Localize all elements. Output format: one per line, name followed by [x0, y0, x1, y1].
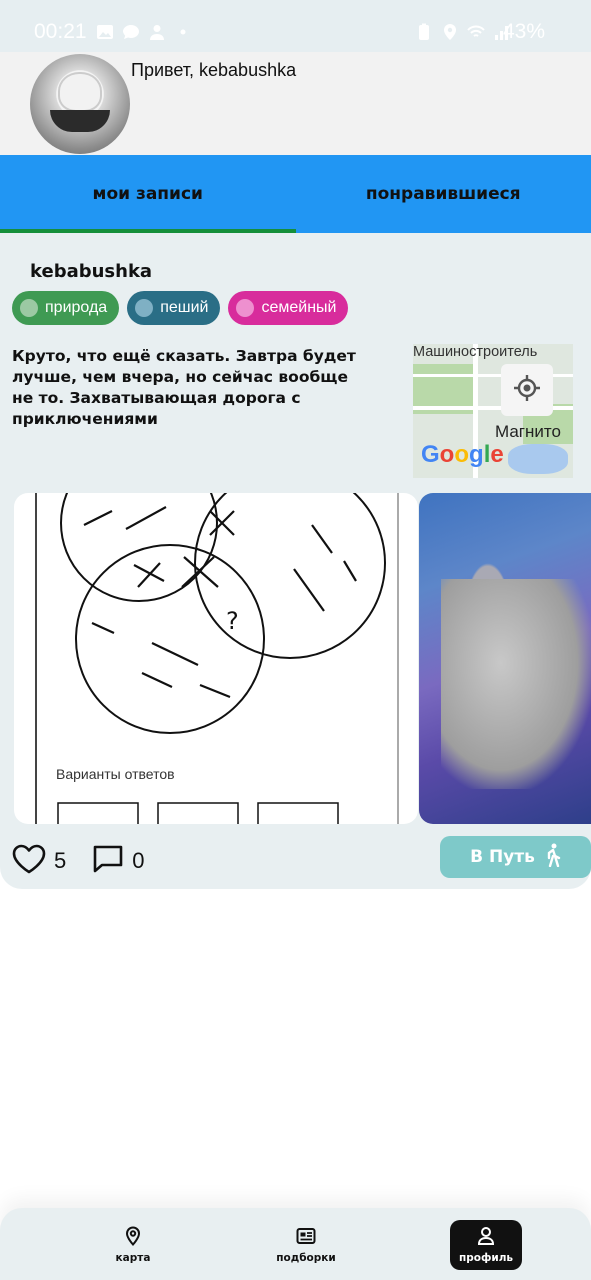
- tag-label: пеший: [160, 299, 209, 316]
- crosshair-icon: [513, 374, 541, 406]
- battery-saver-icon: [415, 22, 433, 40]
- greeting-text: Привет, kebabushka: [131, 60, 297, 80]
- status-battery: 43%: [502, 20, 545, 43]
- map-water-area: [508, 444, 568, 474]
- avatar[interactable]: [30, 54, 130, 154]
- route-map-thumbnail[interactable]: Машиностроитель Магнито Google: [413, 344, 573, 478]
- avatar-bowl-shape: [50, 110, 110, 132]
- comment-icon[interactable]: [92, 844, 124, 878]
- heart-icon[interactable]: [12, 844, 46, 878]
- image-icon: [96, 22, 114, 40]
- cat-photo-shape: [441, 579, 591, 789]
- map-locate-button[interactable]: [501, 364, 553, 416]
- comments-count: 0: [132, 848, 145, 873]
- tab-bar: мои записи понравившиеся: [0, 155, 591, 233]
- tag-chip-walk[interactable]: пеший: [127, 291, 221, 325]
- tag-label: семейный: [261, 299, 337, 316]
- tab-liked[interactable]: понравившиеся: [296, 155, 591, 233]
- collection-icon: [296, 1226, 316, 1252]
- go-route-label: В Путь: [470, 847, 535, 867]
- tag-dot: [236, 299, 255, 317]
- profile-icon: [476, 1226, 496, 1252]
- nav-item-map[interactable]: карта: [97, 1220, 169, 1270]
- post-card: kebabushka природа пеший семейный Круто,…: [0, 233, 591, 889]
- dot-icon: [174, 22, 192, 40]
- nav-item-collections[interactable]: подборки: [270, 1220, 342, 1270]
- google-logo: Google: [421, 441, 504, 468]
- tab-my-posts[interactable]: мои записи: [0, 155, 296, 233]
- chat-icon: [122, 22, 140, 40]
- status-time: 00:21: [34, 20, 87, 43]
- svg-text:?: ?: [226, 607, 239, 635]
- go-route-button[interactable]: В Путь: [440, 836, 591, 878]
- walking-person-icon: [543, 843, 561, 872]
- person-icon: [148, 22, 166, 40]
- nav-item-profile[interactable]: профиль: [450, 1220, 522, 1270]
- post-actions: 5 0: [12, 841, 171, 881]
- bottom-navigation: карта подборки профиль: [0, 1208, 591, 1280]
- wifi-call-icon: [467, 22, 485, 40]
- post-image-cat-photo[interactable]: [419, 493, 591, 824]
- tag-dot: [135, 299, 154, 317]
- profile-header: Привет, kebabushka: [0, 52, 591, 155]
- nav-item-label: профиль: [458, 1252, 514, 1264]
- post-author[interactable]: kebabushka: [30, 261, 152, 282]
- tag-chip-family[interactable]: семейный: [228, 291, 349, 325]
- tag-list: природа пеший семейный: [12, 291, 349, 325]
- tag-label: природа: [45, 299, 108, 316]
- location-icon: [441, 22, 459, 40]
- tag-dot: [20, 299, 38, 317]
- status-left-icons: [96, 22, 192, 40]
- map-label-district: Машиностроитель: [413, 344, 538, 360]
- nav-item-label: подборки: [276, 1252, 336, 1264]
- map-pin-icon: [123, 1226, 143, 1252]
- nav-item-label: карта: [115, 1252, 151, 1264]
- post-image-diagram[interactable]: ? Варианты ответов: [14, 493, 418, 824]
- post-text: Круто, что ещё сказать. Завтра будет луч…: [12, 347, 356, 428]
- tag-chip-nature[interactable]: природа: [12, 291, 120, 325]
- image-caption: Варианты ответов: [56, 766, 175, 782]
- status-right-icons: [415, 22, 511, 40]
- status-bar: 00:21 43%: [0, 0, 591, 52]
- map-label-city: Магнито: [495, 422, 561, 441]
- avatar-cat-shape: [58, 72, 102, 112]
- likes-count: 5: [54, 848, 67, 873]
